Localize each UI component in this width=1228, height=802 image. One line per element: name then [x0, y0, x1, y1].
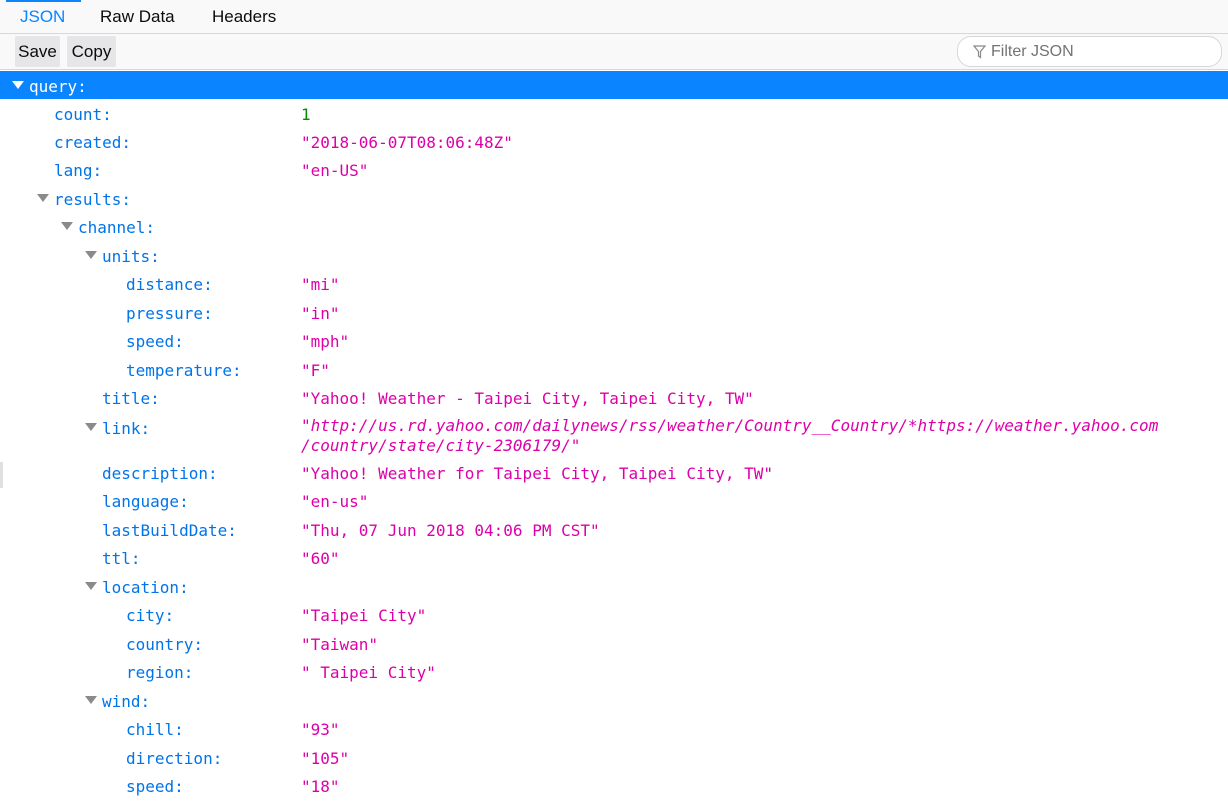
tree-row-pressure[interactable]: pressure: "in"	[0, 299, 1228, 327]
filter-placeholder: Filter JSON	[991, 43, 1074, 60]
tree-row-channel[interactable]: channel:	[0, 213, 1228, 241]
tree-row-temperature[interactable]: temperature: "F"	[0, 356, 1228, 384]
tree-row-results[interactable]: results:	[0, 185, 1228, 213]
tree-key: distance:	[126, 275, 213, 294]
expand-toggle-icon[interactable]	[61, 222, 73, 230]
tab-bar: JSON Raw Data Headers	[0, 0, 1228, 34]
tree-key: pressure:	[126, 304, 213, 323]
tree-key: direction:	[126, 749, 223, 768]
tab-json[interactable]: JSON	[20, 0, 65, 33]
filter-icon	[973, 45, 986, 59]
expand-toggle-icon[interactable]	[37, 194, 49, 202]
tree-key: speed:	[126, 332, 184, 351]
tree-value: "en-US"	[301, 161, 369, 180]
tree-value: "in"	[301, 304, 340, 323]
expand-toggle-icon[interactable]	[85, 251, 97, 259]
tree-row-chill[interactable]: chill: "93"	[0, 715, 1228, 743]
tree-row-created[interactable]: created: "2018-06-07T08:06:48Z"	[0, 128, 1228, 156]
tree-row-link[interactable]: link: "http://us.rd.yahoo.com/dailynews/…	[0, 413, 1228, 459]
expand-toggle-icon[interactable]	[12, 81, 24, 89]
expand-toggle-icon[interactable]	[85, 423, 97, 431]
tree-row-location[interactable]: location:	[0, 573, 1228, 601]
tree-value: "Thu, 07 Jun 2018 04:06 PM CST"	[301, 521, 600, 540]
tab-headers[interactable]: Headers	[212, 0, 276, 33]
tree-row-distance[interactable]: distance: "mi"	[0, 270, 1228, 298]
tree-value-link-continued[interactable]: /country/state/city-2306179/"	[301, 436, 580, 455]
tree-row-query[interactable]: query:	[0, 71, 1228, 99]
tree-row-speed-wind[interactable]: speed: "18"	[0, 772, 1228, 800]
tree-key: language:	[102, 492, 189, 511]
tree-key: query:	[29, 77, 87, 96]
tree-value: "Yahoo! Weather - Taipei City, Taipei Ci…	[301, 389, 754, 408]
tree-key: lastBuildDate:	[102, 521, 237, 540]
tree-value: " Taipei City"	[301, 663, 436, 682]
tree-row-city[interactable]: city: "Taipei City"	[0, 601, 1228, 629]
expand-toggle-icon[interactable]	[85, 582, 97, 590]
tree-row-wind[interactable]: wind:	[0, 687, 1228, 715]
tree-value: "Taiwan"	[301, 635, 379, 654]
tree-key: units:	[102, 247, 160, 266]
tree-row-speed-unit[interactable]: speed: "mph"	[0, 327, 1228, 355]
tree-key: link:	[102, 419, 151, 438]
tree-key: title:	[102, 389, 160, 408]
tree-key: region:	[126, 663, 194, 682]
tree-row-language[interactable]: language: "en-us"	[0, 487, 1228, 515]
tree-key: count:	[54, 105, 112, 124]
tree-key: city:	[126, 606, 175, 625]
tree-key: lang:	[54, 161, 103, 180]
tree-key: country:	[126, 635, 204, 654]
tree-row-lang[interactable]: lang: "en-US"	[0, 156, 1228, 184]
tree-value: "mi"	[301, 275, 340, 294]
save-button[interactable]: Save	[15, 36, 60, 67]
tree-row-country[interactable]: country: "Taiwan"	[0, 630, 1228, 658]
tree-row-direction[interactable]: direction: "105"	[0, 744, 1228, 772]
copy-button[interactable]: Copy	[67, 36, 116, 67]
tree-value: "Yahoo! Weather for Taipei City, Taipei …	[301, 464, 774, 483]
tree-key: results:	[54, 190, 132, 209]
tree-row-region[interactable]: region: " Taipei City"	[0, 658, 1228, 686]
tree-row-title[interactable]: title: "Yahoo! Weather - Taipei City, Ta…	[0, 384, 1228, 412]
tree-row-units[interactable]: units:	[0, 242, 1228, 270]
tree-key: created:	[54, 133, 132, 152]
tree-value: "Taipei City"	[301, 606, 427, 625]
tree-key: location:	[102, 578, 189, 597]
filter-json-input[interactable]: Filter JSON	[957, 36, 1222, 67]
tree-value: "18"	[301, 777, 340, 796]
tree-value: "93"	[301, 720, 340, 739]
tree-row-count[interactable]: count: 1	[0, 100, 1228, 128]
tree-value: "en-us"	[301, 492, 369, 511]
tree-value: "F"	[301, 361, 330, 380]
tree-row-last-build-date[interactable]: lastBuildDate: "Thu, 07 Jun 2018 04:06 P…	[0, 516, 1228, 544]
tab-raw-data[interactable]: Raw Data	[100, 0, 175, 33]
tree-row-ttl[interactable]: ttl: "60"	[0, 544, 1228, 572]
tree-row-description[interactable]: description: "Yahoo! Weather for Taipei …	[0, 459, 1228, 487]
tree-key: speed:	[126, 777, 184, 796]
tree-key: chill:	[126, 720, 184, 739]
tree-value-link[interactable]: "http://us.rd.yahoo.com/dailynews/rss/we…	[301, 416, 1158, 435]
tree-value: "2018-06-07T08:06:48Z"	[301, 133, 513, 152]
tree-key: description:	[102, 464, 218, 483]
tree-value: "105"	[301, 749, 350, 768]
toolbar: Save Copy Filter JSON	[0, 34, 1228, 70]
tree-value: "mph"	[301, 332, 350, 351]
tree-key: wind:	[102, 692, 151, 711]
tree-key: ttl:	[102, 549, 141, 568]
tree-key: temperature:	[126, 361, 242, 380]
tree-value: "60"	[301, 549, 340, 568]
expand-toggle-icon[interactable]	[85, 696, 97, 704]
tree-value: 1	[301, 105, 311, 124]
tree-key: channel:	[78, 218, 156, 237]
